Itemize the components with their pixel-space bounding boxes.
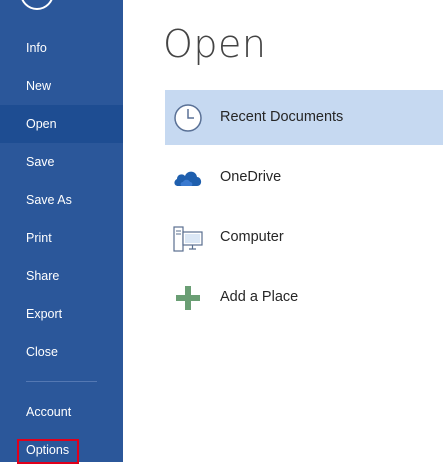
nav-item-share[interactable]: Share bbox=[0, 257, 123, 295]
plus-icon bbox=[176, 286, 200, 310]
nav-item-account[interactable]: Account bbox=[0, 393, 123, 431]
place-recent-documents[interactable]: Recent Documents bbox=[165, 90, 443, 145]
back-button[interactable] bbox=[20, 0, 54, 10]
clock-icon bbox=[174, 104, 202, 132]
place-label: Add a Place bbox=[220, 289, 299, 305]
nav-item-save-as[interactable]: Save As bbox=[0, 181, 123, 219]
nav-item-open[interactable]: Open bbox=[0, 105, 123, 143]
page-title: Open bbox=[163, 22, 267, 66]
place-onedrive[interactable]: OneDrive bbox=[165, 150, 443, 205]
computer-icon bbox=[173, 226, 203, 252]
backstage-sidebar: Info New Open Save Save As Print Share E… bbox=[0, 0, 123, 464]
nav-item-export[interactable]: Export bbox=[0, 295, 123, 333]
nav-item-new[interactable]: New bbox=[0, 67, 123, 105]
nav-item-close[interactable]: Close bbox=[0, 333, 123, 371]
options-highlight-box bbox=[17, 439, 79, 464]
nav-item-save[interactable]: Save bbox=[0, 143, 123, 181]
place-add-a-place[interactable]: Add a Place bbox=[165, 270, 443, 325]
place-computer[interactable]: Computer bbox=[165, 210, 443, 265]
sidebar-divider bbox=[26, 381, 97, 382]
place-label: OneDrive bbox=[220, 169, 282, 185]
place-label: Recent Documents bbox=[220, 109, 344, 125]
place-label: Computer bbox=[220, 229, 284, 245]
cloud-icon bbox=[174, 171, 202, 186]
nav-item-info[interactable]: Info bbox=[0, 29, 123, 67]
nav-item-print[interactable]: Print bbox=[0, 219, 123, 257]
